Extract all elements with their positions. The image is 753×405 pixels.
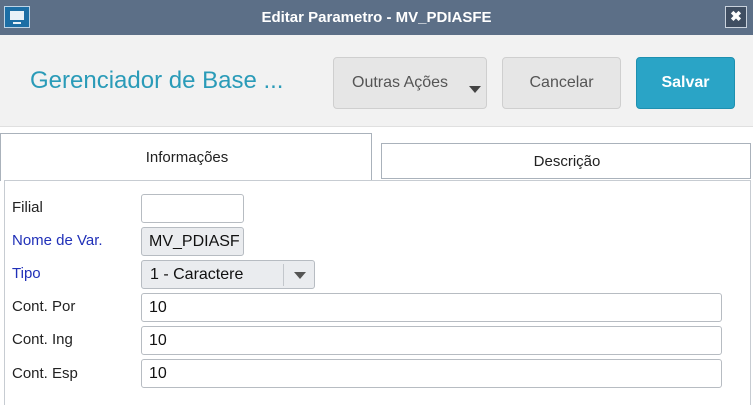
select-divider [283, 264, 284, 286]
tab-informacoes-label: Informações [145, 149, 229, 166]
tipo-label: Tipo [12, 265, 41, 282]
header-bar: Gerenciador de Base ... Outras Ações Can… [0, 35, 753, 127]
chevron-down-icon[interactable] [294, 272, 306, 279]
nome-var-label: Nome de Var. [12, 232, 103, 249]
window-title: Editar Parametro - MV_PDIASFE [261, 9, 492, 26]
cont-esp-input[interactable]: 10 [141, 359, 722, 388]
cont-esp-label: Cont. Esp [12, 365, 78, 382]
window-title-bar: Editar Parametro - MV_PDIASFE ✖ [0, 0, 753, 35]
filial-input[interactable] [141, 194, 244, 223]
cont-por-input[interactable]: 10 [141, 293, 722, 322]
filial-label: Filial [12, 199, 43, 216]
nome-var-input[interactable]: MV_PDIASF [141, 227, 244, 256]
cont-ing-input[interactable]: 10 [141, 326, 722, 355]
chevron-down-icon [469, 86, 481, 93]
tab-informacoes[interactable]: Informações [0, 133, 372, 181]
tab-descricao-label: Descrição [533, 153, 601, 170]
outras-acoes-button[interactable]: Outras Ações [333, 57, 487, 109]
outras-acoes-label: Outras Ações [352, 74, 449, 91]
cont-por-label: Cont. Por [12, 298, 76, 315]
tipo-select[interactable]: 1 - Caractere [141, 260, 315, 289]
cont-ing-label: Cont. Ing [12, 331, 73, 348]
tipo-select-value: 1 - Caractere [150, 266, 244, 283]
close-icon[interactable]: ✖ [725, 6, 747, 28]
salvar-button[interactable]: Salvar [636, 57, 735, 109]
tab-descricao[interactable]: Descrição [381, 143, 751, 179]
cancelar-button[interactable]: Cancelar [502, 57, 621, 109]
page-title: Gerenciador de Base ... [30, 67, 284, 94]
